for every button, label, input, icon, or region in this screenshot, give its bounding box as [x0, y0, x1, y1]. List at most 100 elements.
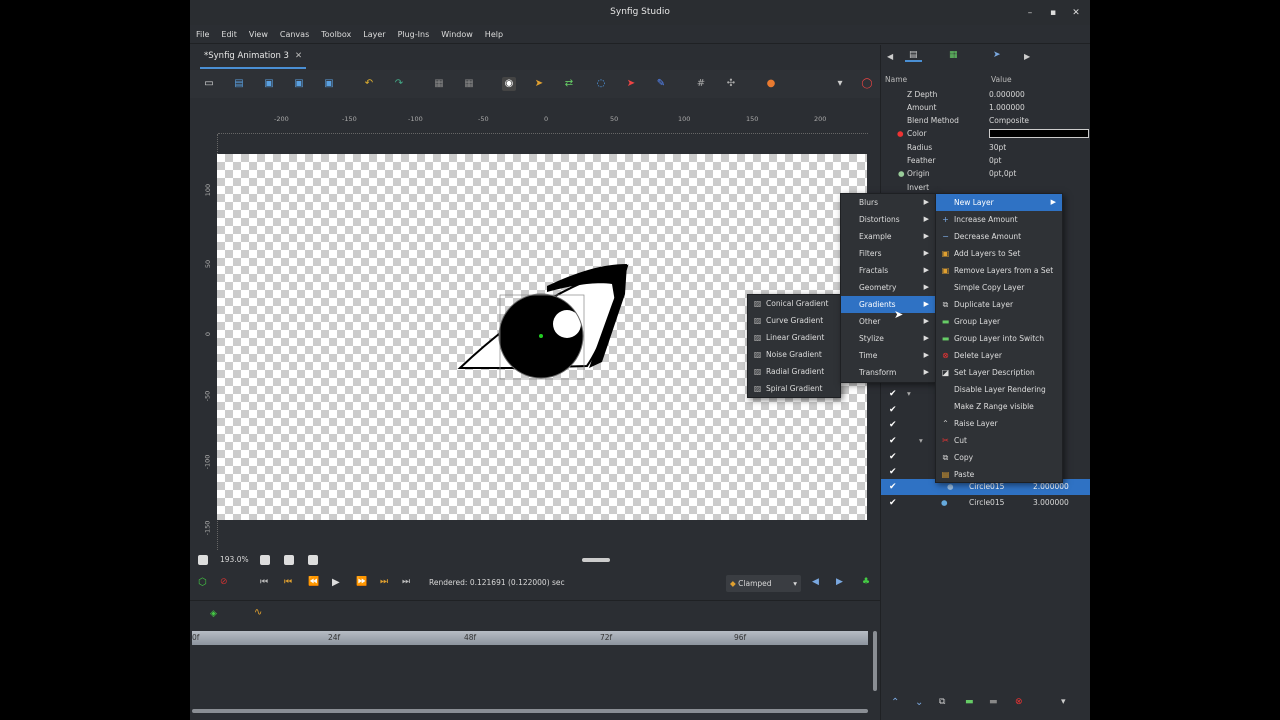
panel-right-arrow-icon[interactable]: ▶	[1024, 52, 1030, 61]
color-swatch[interactable]	[989, 129, 1089, 138]
library-tab-icon[interactable]: ▦	[949, 50, 958, 60]
tool-options-tab-icon[interactable]: ➤	[993, 50, 1001, 60]
layer-check-icon[interactable]: ✔	[889, 386, 897, 402]
render-icon[interactable]: ▦	[432, 77, 446, 91]
zoom-fit-icon[interactable]	[284, 555, 294, 565]
switch-layer-icon[interactable]: ▬	[989, 697, 998, 707]
menu-item-conical-gradient[interactable]: ▨ Conical Gradient	[748, 295, 840, 312]
menu-item-make-z-range-visible[interactable]: Make Z Range visible	[936, 398, 1062, 415]
menu-item-add-layers-to-set[interactable]: ▣ Add Layers to Set	[936, 245, 1062, 262]
grid-icon[interactable]: #	[694, 77, 708, 91]
expander-icon[interactable]: ▾	[919, 433, 923, 449]
menu-item-group-layer-into-switch[interactable]: ▬ Group Layer into Switch	[936, 330, 1062, 347]
undo-icon[interactable]: ↶	[362, 77, 376, 91]
menu-item-set-layer-description[interactable]: ◪ Set Layer Description	[936, 364, 1062, 381]
menu-item-fractals[interactable]: Fractals ▶	[841, 262, 935, 279]
delete-layer-icon[interactable]: ⊗	[1015, 697, 1023, 707]
param-row[interactable]: Blend Method Composite	[881, 114, 1090, 127]
mirror-tool-icon[interactable]: ➤	[624, 77, 638, 91]
new-file-icon[interactable]: ▭	[202, 77, 216, 91]
curves-tab-icon[interactable]: ∿	[254, 607, 262, 618]
menu-item-stylize[interactable]: Stylize ▶	[841, 330, 935, 347]
menu-file[interactable]: File	[190, 25, 215, 44]
draw-tool-icon[interactable]: ✎	[654, 77, 668, 91]
layer-check-icon[interactable]: ✔	[889, 402, 897, 418]
param-row[interactable]: Amount 1.000000	[881, 101, 1090, 114]
menu-item-spiral-gradient[interactable]: ▨ Spiral Gradient	[748, 380, 840, 397]
menu-item-geometry[interactable]: Geometry ▶	[841, 279, 935, 296]
menu-item-distortions[interactable]: Distortions ▶	[841, 211, 935, 228]
timeline-scrollbar[interactable]	[192, 709, 868, 713]
group-layer-icon[interactable]: ▬	[965, 697, 974, 707]
menu-item-delete-layer[interactable]: ⊗ Delete Layer	[936, 347, 1062, 364]
maximize-icon[interactable]: ▪	[1046, 6, 1060, 20]
param-row[interactable]: ● Color	[881, 127, 1090, 140]
menu-item-example[interactable]: Example ▶	[841, 228, 935, 245]
layer-check-icon[interactable]: ✔	[889, 433, 897, 449]
onion-skin-icon[interactable]: ●	[764, 77, 778, 91]
snap-icon[interactable]: ✣	[724, 77, 738, 91]
preview-icon[interactable]: ▦	[462, 77, 476, 91]
menu-item-copy[interactable]: ⧉ Copy	[936, 449, 1062, 466]
timeline-vscrollbar[interactable]	[873, 631, 877, 691]
prev-keyframe-icon[interactable]: ⏮	[284, 577, 292, 587]
menu-item-gradients[interactable]: Gradients ▶	[841, 296, 935, 313]
prev-frame-icon[interactable]: ⏪	[308, 577, 319, 587]
params-tab-icon[interactable]: ◈	[210, 609, 217, 619]
next-keyframe-icon[interactable]: ⏭	[380, 577, 388, 587]
save-as-icon[interactable]: ▣	[292, 77, 306, 91]
transform-tool-icon[interactable]: ◉	[502, 77, 516, 91]
layer-check-icon[interactable]: ✔	[889, 479, 897, 495]
menu-item-decrease-amount[interactable]: − Decrease Amount	[936, 228, 1062, 245]
menu-canvas[interactable]: Canvas	[274, 25, 315, 44]
param-row[interactable]: Feather 0pt	[881, 154, 1090, 167]
smooth-move-icon[interactable]: ➤	[532, 77, 546, 91]
menu-item-new-layer[interactable]: New Layer ▶	[936, 194, 1062, 211]
past-keyframes-icon[interactable]: ◀	[812, 577, 819, 587]
zoom-out-icon[interactable]	[198, 555, 208, 565]
zoom-in-icon[interactable]	[260, 555, 270, 565]
layer-check-icon[interactable]: ✔	[889, 495, 897, 511]
animation-mode-icon[interactable]: ⬡	[198, 577, 207, 588]
redo-icon[interactable]: ↷	[392, 77, 406, 91]
menu-edit[interactable]: Edit	[215, 25, 243, 44]
tab-close-icon[interactable]: ✕	[295, 51, 302, 61]
panel-menu-icon[interactable]: ▾	[1061, 697, 1066, 707]
layer-check-icon[interactable]: ✔	[889, 464, 897, 480]
rotate-tool-icon[interactable]: ◌	[594, 77, 608, 91]
menu-item-transform[interactable]: Transform ▶	[841, 364, 935, 381]
future-keyframes-icon[interactable]: ▶	[836, 577, 843, 587]
menu-item-filters[interactable]: Filters ▶	[841, 245, 935, 262]
param-row[interactable]: Radius 30pt	[881, 141, 1090, 154]
menu-layer[interactable]: Layer	[357, 25, 391, 44]
zoom-100-icon[interactable]	[308, 555, 318, 565]
interpolation-select[interactable]: ◆ Clamped ▾	[726, 575, 801, 592]
menu-help[interactable]: Help	[479, 25, 509, 44]
menu-item-cut[interactable]: ✂ Cut	[936, 432, 1062, 449]
params-tab-icon[interactable]: ▤	[905, 50, 922, 62]
expander-icon[interactable]: ▾	[907, 386, 911, 402]
canvas-scrollbar[interactable]	[582, 558, 610, 562]
save-icon[interactable]: ▣	[262, 77, 276, 91]
layer-check-icon[interactable]: ✔	[889, 417, 897, 433]
time-ruler[interactable]: 0f 24f 48f 72f 96f	[192, 631, 868, 645]
close-icon[interactable]: ✕	[1069, 6, 1083, 20]
record-icon[interactable]: ◯	[860, 77, 874, 91]
menu-toolbox[interactable]: Toolbox	[315, 25, 357, 44]
param-row[interactable]: Z Depth 0.000000	[881, 88, 1090, 101]
menu-item-group-layer[interactable]: ▬ Group Layer	[936, 313, 1062, 330]
menu-plugins[interactable]: Plug-Ins	[392, 25, 436, 44]
menu-item-increase-amount[interactable]: + Increase Amount	[936, 211, 1062, 228]
duplicate-layer-icon[interactable]: ⧉	[939, 697, 945, 707]
menu-item-curve-gradient[interactable]: ▨ Curve Gradient	[748, 312, 840, 329]
scale-tool-icon[interactable]: ⇄	[562, 77, 576, 91]
param-row[interactable]: ● Origin 0pt,0pt	[881, 167, 1090, 180]
menu-item-time[interactable]: Time ▶	[841, 347, 935, 364]
layer-check-icon[interactable]: ✔	[889, 449, 897, 465]
toolbar-dropdown-icon[interactable]: ▾	[833, 77, 847, 91]
menu-item-paste[interactable]: ▤ Paste	[936, 466, 1062, 483]
save-all-icon[interactable]: ▣	[322, 77, 336, 91]
menu-item-raise-layer[interactable]: ⌃ Raise Layer	[936, 415, 1062, 432]
menu-item-linear-gradient[interactable]: ▨ Linear Gradient	[748, 329, 840, 346]
play-icon[interactable]: ▶	[332, 577, 340, 588]
